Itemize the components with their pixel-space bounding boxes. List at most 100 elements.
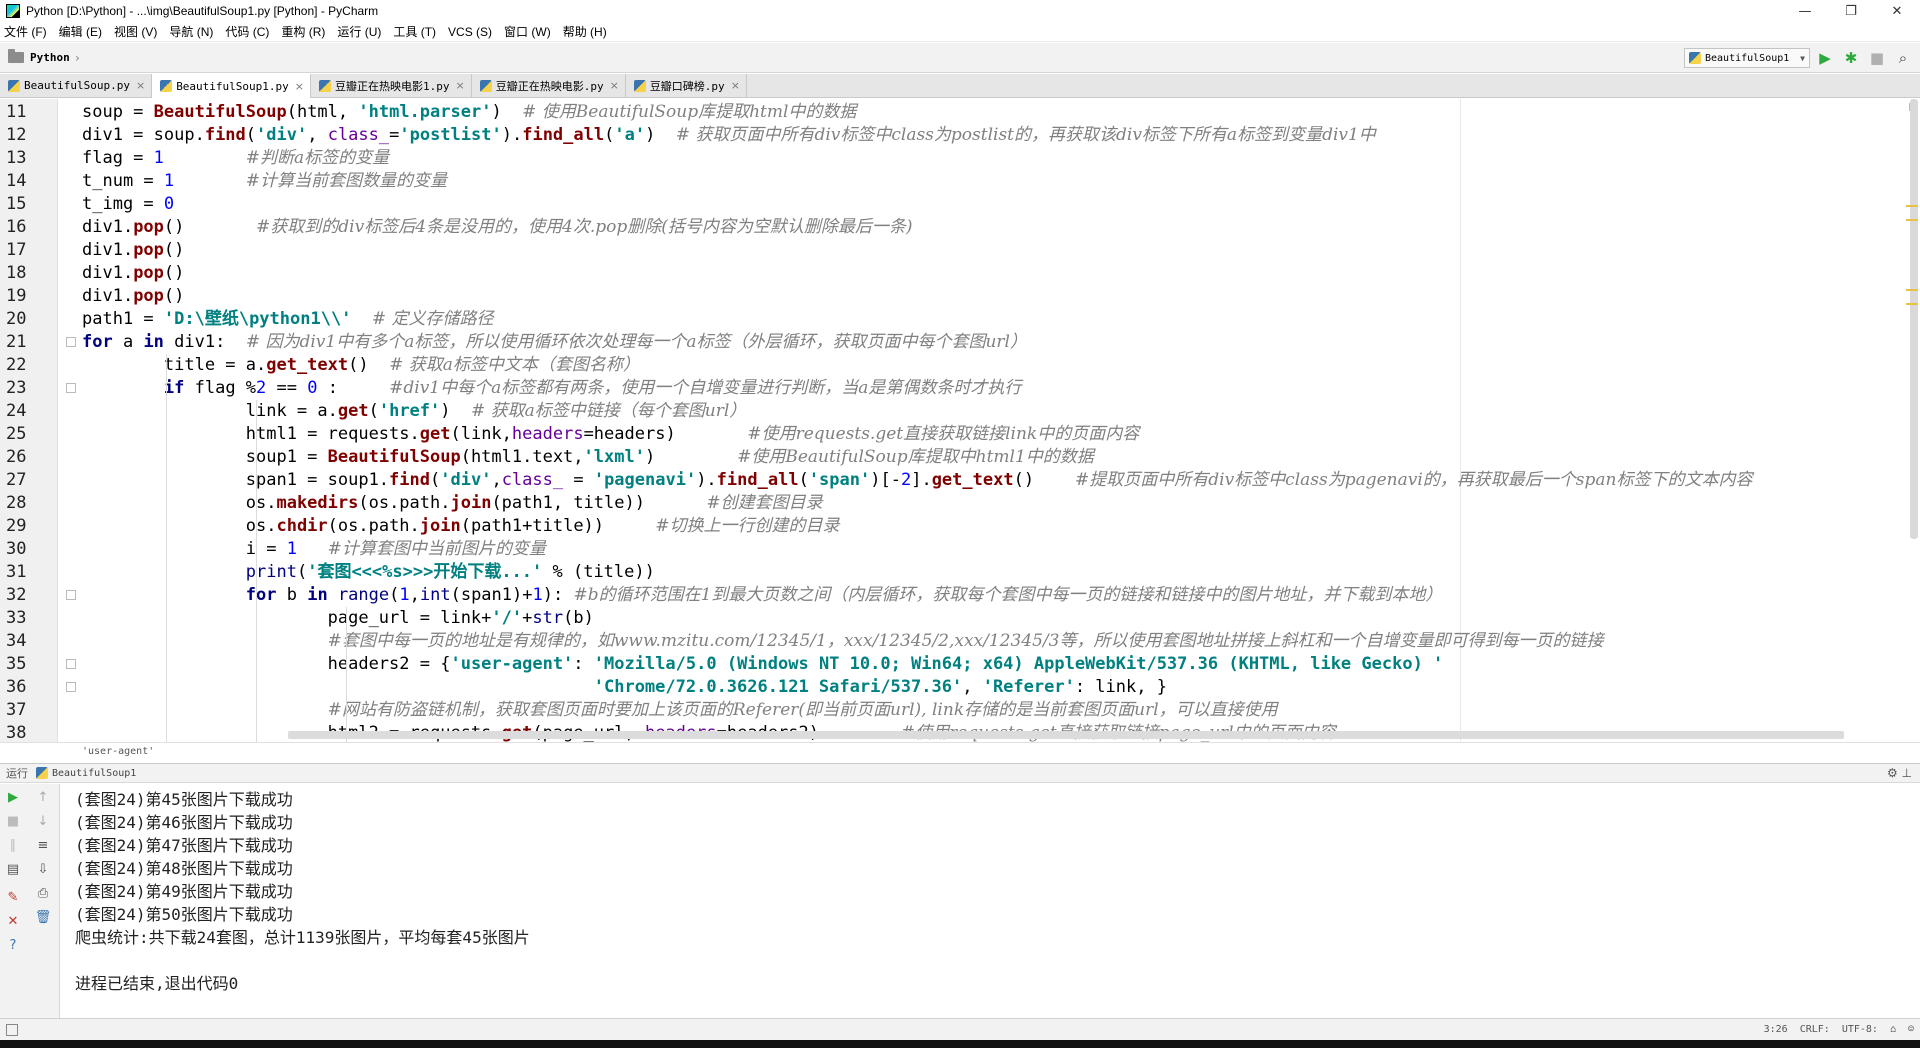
fold-toggle-icon[interactable]	[66, 682, 76, 692]
menu-view[interactable]: 视图 (V)	[114, 23, 157, 40]
code-line[interactable]: i = 1 #计算套图中当前图片的变量	[82, 538, 546, 561]
code-line[interactable]: #套图中每一页的地址是有规律的，如www.mzitu.com/12345/1，x…	[82, 630, 1604, 653]
code-line[interactable]: os.makedirs(os.path.join(path1, title)) …	[82, 492, 823, 515]
breadcrumb[interactable]: Python ›	[8, 49, 81, 65]
line-separator[interactable]: CRLF:	[1800, 1024, 1830, 1035]
code-line[interactable]: span1 = soup1.find('div',class_ = 'pagen…	[82, 469, 1753, 492]
caret-position[interactable]: 3:26	[1764, 1024, 1788, 1035]
code-token: in	[143, 332, 164, 352]
code-line[interactable]: div1 = soup.find('div', class_='postlist…	[82, 124, 1376, 147]
stop-icon[interactable]: ■	[4, 812, 22, 830]
soft-wrap-icon[interactable]: ≡	[34, 836, 52, 854]
code-line[interactable]: div1.pop()	[82, 239, 184, 262]
code-line[interactable]: div1.pop() #获取到的div标签后4条是没用的，使用4次.pop删除(…	[82, 216, 913, 239]
fold-toggle-icon[interactable]	[66, 659, 76, 669]
code-line[interactable]: soup = BeautifulSoup(html, 'html.parser'…	[82, 101, 856, 124]
code-line[interactable]: path1 = 'D:\壁纸\python1\\' # 定义存储路径	[82, 308, 494, 331]
code-line[interactable]: t_img = 0	[82, 193, 174, 216]
code-editor[interactable]: 11 12 13 14 15 16 17 18 19 20 21 22 23 24 25 26 27 28 29 30…	[0, 99, 1920, 743]
menu-help[interactable]: 帮助 (H)	[563, 23, 607, 40]
fold-toggle-icon[interactable]	[66, 590, 76, 600]
menu-vcs[interactable]: VCS (S)	[448, 25, 492, 39]
fold-toggle-icon[interactable]	[66, 383, 76, 393]
code-line[interactable]: 'Chrome/72.0.3626.121 Safari/537.36', 'R…	[82, 676, 1167, 699]
tab-douban-now-playing[interactable]: 豆瓣正在热映电影.py ×	[471, 74, 626, 97]
layout-icon[interactable]: ▤	[4, 860, 22, 878]
code-token: (b)	[563, 608, 594, 628]
menu-navigate[interactable]: 导航 (N)	[169, 23, 213, 40]
close-button[interactable]: ✕	[1874, 0, 1920, 22]
code-line[interactable]: link = a.get('href') # 获取a标签中链接（每个套图url）	[82, 400, 747, 423]
fold-toggle-icon[interactable]	[66, 337, 76, 347]
code-line[interactable]: div1.pop()	[82, 285, 184, 308]
run-icon[interactable]: ▶	[1812, 48, 1838, 68]
run-configuration-select[interactable]: BeautifulSoup1 ▼	[1684, 48, 1810, 68]
editor-horizontal-scrollbar[interactable]	[288, 731, 1844, 739]
scroll-to-end-icon[interactable]: ⇩	[34, 860, 52, 878]
code-line[interactable]: page_url = link+'/'+str(b)	[82, 607, 594, 630]
error-stripe-marker[interactable]	[1906, 219, 1918, 221]
code-line[interactable]: headers2 = {'user-agent': 'Mozilla/5.0 (…	[82, 653, 1444, 676]
error-stripe-marker[interactable]	[1906, 205, 1918, 207]
print-icon[interactable]: ⎙	[34, 884, 52, 902]
menu-file[interactable]: 文件 (F)	[4, 23, 47, 40]
rerun-icon[interactable]: ▶	[4, 788, 22, 806]
code-line[interactable]: html1 = requests.get(link,headers=header…	[82, 423, 1139, 446]
up-arrow-icon[interactable]: ↑	[34, 788, 52, 806]
error-stripe-marker[interactable]	[1906, 303, 1918, 305]
chevron-down-icon: ▼	[1800, 53, 1805, 63]
code-line[interactable]: print('套图<<<%s>>>开始下载...' % (title))	[82, 561, 655, 584]
run-console-output[interactable]: (套图24)第45张图片下载成功 (套图24)第46张图片下载成功 (套图24)第4…	[61, 784, 1920, 1018]
code-line[interactable]: os.chdir(os.path.join(path1+title)) #切换上…	[82, 515, 840, 538]
minimize-button[interactable]: —	[1782, 0, 1828, 22]
breadcrumb-project[interactable]: Python	[30, 51, 70, 64]
menu-edit[interactable]: 编辑 (E)	[59, 23, 102, 40]
close-icon[interactable]: ×	[136, 79, 145, 92]
code-line[interactable]: #网站有防盗链机制，获取套图页面时要加上该页面的Referer(即当前页面url…	[82, 699, 1278, 722]
menu-tools[interactable]: 工具 (T)	[393, 23, 436, 40]
trash-icon[interactable]: 🗑	[34, 908, 52, 926]
tab-douban-reputation[interactable]: 豆瓣口碑榜.py ×	[625, 74, 747, 97]
code-line[interactable]: for b in range(1,int(span1)+1): #b的循环范围在…	[82, 584, 1443, 607]
close-icon[interactable]: ×	[456, 79, 465, 92]
code-line[interactable]: if flag %2 == 0 : #div1中每个a标签都有两条，使用一个自增…	[82, 377, 1022, 400]
error-stripe-marker[interactable]	[1906, 289, 1918, 291]
file-encoding[interactable]: UTF-8:	[1842, 1024, 1878, 1035]
menu-refactor[interactable]: 重构 (R)	[281, 23, 325, 40]
editor-vertical-scrollbar[interactable]	[1910, 99, 1918, 539]
code-line[interactable]: flag = 1 #判断a标签的变量	[82, 147, 389, 170]
code-line[interactable]: div1.pop()	[82, 262, 184, 285]
close-icon[interactable]: ×	[610, 79, 619, 92]
code-line[interactable]: for a in div1: # 因为div1中有多个a标签，所以使用循环依次处…	[82, 331, 1027, 354]
code-token: div1.	[82, 240, 134, 260]
stop-icon[interactable]: ■	[1864, 48, 1890, 68]
search-icon[interactable]: ⌕	[1890, 48, 1916, 68]
tab-beautifulsoup1[interactable]: BeautifulSoup1.py ×	[152, 74, 311, 98]
code-line[interactable]: t_num = 1 #计算当前套图数量的变量	[82, 170, 447, 193]
code-token: div1.	[82, 263, 134, 283]
debug-icon[interactable]: ✱	[1838, 48, 1864, 68]
down-arrow-icon[interactable]: ↓	[34, 812, 52, 830]
code-token: join	[450, 493, 492, 513]
close-icon[interactable]: ✕	[4, 912, 22, 930]
maximize-button[interactable]: ❐	[1828, 0, 1874, 22]
tab-beautifulsoup[interactable]: BeautifulSoup.py ×	[0, 74, 153, 97]
code-area[interactable]: soup = BeautifulSoup(html, 'html.parser'…	[58, 99, 1910, 742]
close-icon[interactable]: ×	[295, 80, 304, 93]
code-token: (	[368, 401, 379, 421]
menu-window[interactable]: 窗口 (W)	[504, 23, 551, 40]
close-icon[interactable]: ×	[731, 79, 740, 92]
lock-icon[interactable]: ⌂	[1890, 1024, 1896, 1035]
code-line[interactable]: soup1 = BeautifulSoup(html1.text,'lxml')…	[82, 446, 1094, 469]
gear-icon[interactable]: ⚙ ⊥	[1887, 766, 1912, 780]
menu-code[interactable]: 代码 (C)	[225, 23, 269, 40]
tool-windows-icon[interactable]	[6, 1023, 18, 1036]
tab-douban-now-playing-1[interactable]: 豆瓣正在热映电影1.py ×	[311, 74, 472, 97]
pause-icon[interactable]: ∥	[4, 836, 22, 854]
menu-run[interactable]: 运行 (U)	[337, 23, 381, 40]
run-config-name[interactable]: BeautifulSoup1	[52, 768, 136, 779]
help-icon[interactable]: ?	[4, 936, 22, 954]
inspector-icon[interactable]: ☺	[1908, 1024, 1914, 1035]
pin-icon[interactable]: ✎	[4, 888, 22, 906]
